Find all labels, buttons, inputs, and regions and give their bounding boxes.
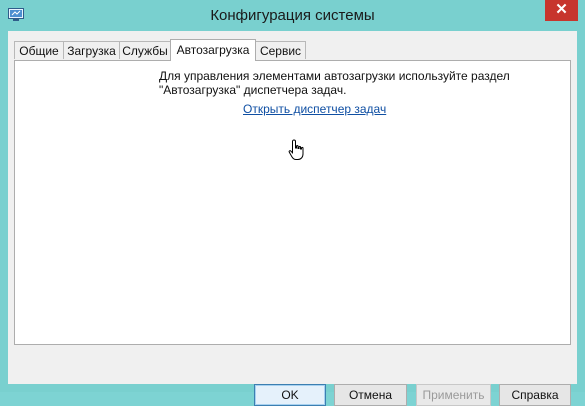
title-bar[interactable]: Конфигурация системы ✕ [0,0,585,32]
tab-tools[interactable]: Сервис [255,41,306,59]
open-task-manager-link[interactable]: Открыть диспетчер задач [243,102,386,116]
cancel-button[interactable]: Отмена [334,384,407,406]
hand-cursor-icon [288,139,304,160]
tab-general[interactable]: Общие [14,41,64,59]
startup-tab-panel: Для управления элементами автозагрузки и… [14,60,571,345]
window-title: Конфигурация системы [210,7,375,24]
startup-description: Для управления элементами автозагрузки и… [159,69,510,97]
help-button[interactable]: Справка [499,384,571,406]
dialog-body: Общие Загрузка Службы Автозагрузка Серви… [8,31,577,406]
tab-boot[interactable]: Загрузка [63,41,120,59]
tab-startup[interactable]: Автозагрузка [170,39,256,61]
ok-button[interactable]: OK [254,384,326,406]
close-button[interactable]: ✕ [545,0,578,21]
system-configuration-window: Конфигурация системы ✕ Общие Загрузка Сл… [0,0,585,406]
tab-services[interactable]: Службы [119,41,171,59]
apply-button[interactable]: Применить [416,384,491,406]
